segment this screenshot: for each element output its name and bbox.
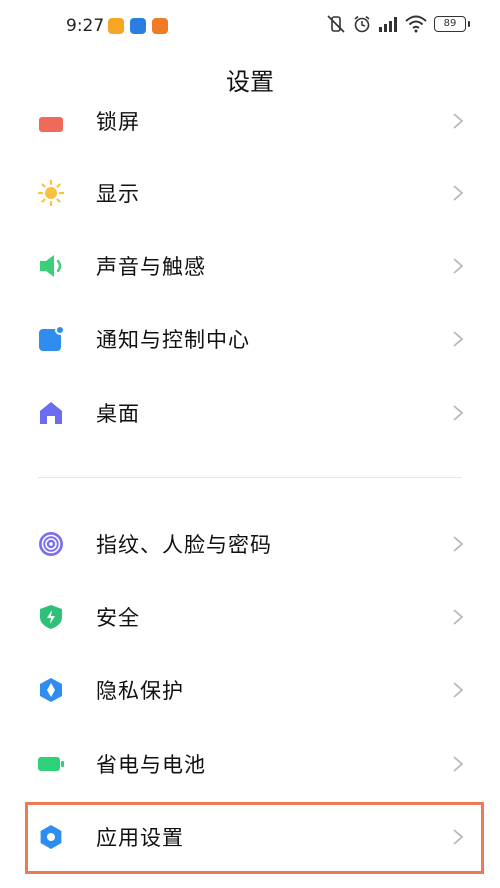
settings-item-label: 指纹、人脸与密码 <box>96 533 272 557</box>
settings-item-lock-screen[interactable]: 锁屏 <box>0 84 500 156</box>
fingerprint-icon <box>39 532 63 556</box>
privacy-icon <box>40 678 62 702</box>
settings-list: 锁屏 显示 声音与触感 通知与控制中心 桌面 指纹、人脸与密码 安全 隐私保护 … <box>0 0 500 888</box>
speaker-icon <box>40 255 62 277</box>
shield-icon <box>40 605 62 629</box>
settings-item-label: 声音与触感 <box>96 255 206 279</box>
chevron-right-icon <box>453 185 464 201</box>
sun-icon <box>38 180 64 206</box>
chevron-right-icon <box>453 331 464 347</box>
settings-item-notifications[interactable]: 通知与控制中心 <box>0 302 500 374</box>
settings-item-privacy[interactable]: 隐私保护 <box>0 653 500 725</box>
chevron-right-icon <box>453 113 464 129</box>
chevron-right-icon <box>453 536 464 552</box>
settings-item-display[interactable]: 显示 <box>0 156 500 228</box>
chevron-right-icon <box>453 682 464 698</box>
settings-item-battery[interactable]: 省电与电池 <box>0 727 500 799</box>
chevron-right-icon <box>453 405 464 421</box>
settings-item-label: 安全 <box>96 606 140 630</box>
chevron-right-icon <box>453 258 464 274</box>
highlight-box <box>25 802 484 874</box>
battery-icon <box>38 757 64 771</box>
settings-item-label: 桌面 <box>96 402 140 426</box>
settings-item-label: 锁屏 <box>96 110 140 134</box>
settings-item-label: 显示 <box>96 182 140 206</box>
settings-item-label: 隐私保护 <box>96 679 184 703</box>
chevron-right-icon <box>453 756 464 772</box>
notification-icon <box>39 326 64 351</box>
chevron-right-icon <box>453 609 464 625</box>
settings-item-label: 通知与控制中心 <box>96 328 250 352</box>
section-divider <box>38 477 462 478</box>
settings-item-fingerprint-face-password[interactable]: 指纹、人脸与密码 <box>0 507 500 579</box>
home-icon <box>40 402 62 424</box>
lock-screen-icon <box>39 117 63 132</box>
settings-item-security[interactable]: 安全 <box>0 580 500 652</box>
settings-item-sound[interactable]: 声音与触感 <box>0 229 500 301</box>
settings-item-desktop[interactable]: 桌面 <box>0 376 500 448</box>
settings-item-label: 省电与电池 <box>96 753 206 777</box>
